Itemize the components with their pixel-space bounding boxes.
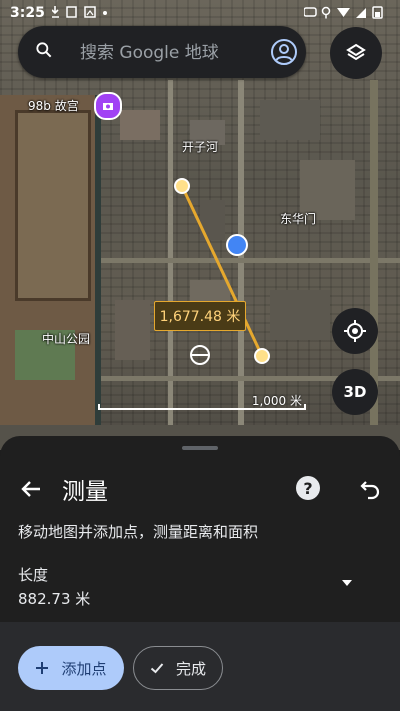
palace-poi-icon[interactable] — [94, 92, 122, 120]
place-label[interactable]: 开子河 — [182, 138, 218, 155]
sheet-actions: 添加点 完成 — [0, 622, 400, 711]
notification-icons — [51, 5, 122, 23]
segment-distance-label: 1,677.48 米 — [154, 301, 246, 331]
account-icon[interactable] — [270, 38, 298, 66]
my-location-button[interactable] — [332, 308, 378, 354]
back-arrow-icon[interactable] — [18, 476, 44, 502]
toggle-3d-button[interactable]: 3D — [332, 369, 378, 415]
scale-line — [98, 404, 306, 410]
system-icons — [303, 5, 390, 23]
place-label[interactable]: 东华门 — [280, 210, 316, 227]
sheet-title: 测量 — [62, 479, 108, 505]
layers-icon — [346, 43, 366, 61]
check-icon — [150, 663, 164, 674]
crosshair-icon — [344, 320, 366, 342]
done-button[interactable]: 完成 — [133, 646, 223, 690]
metric-value: 882.73 米 — [18, 590, 91, 608]
undo-icon[interactable] — [358, 476, 382, 500]
measure-instructions: 移动地图并添加点，测量距离和面积 — [18, 523, 259, 541]
sheet-drag-handle[interactable] — [182, 446, 218, 450]
search-icon — [36, 42, 52, 58]
scale-bar: 1,000 米 — [98, 392, 306, 410]
length-metric[interactable]: 长度 882.73 米 — [0, 554, 400, 620]
wifi-icon — [303, 6, 383, 19]
layers-button[interactable] — [330, 27, 382, 79]
help-icon[interactable]: ? — [296, 476, 320, 500]
status-bar: 3:25 — [0, 0, 400, 28]
status-time: 3:25 — [10, 5, 45, 21]
dropdown-arrow-icon[interactable] — [338, 574, 356, 592]
plus-icon — [36, 662, 49, 674]
measure-sheet: 测量 ? 移动地图并添加点，测量距离和面积 长度 882.73 米 添加点 完成 — [0, 436, 400, 711]
add-point-label: 添加点 — [61, 659, 107, 678]
download-icon — [51, 6, 107, 18]
place-label[interactable]: 中山公园 — [42, 330, 90, 347]
metric-label: 长度 — [18, 566, 49, 584]
place-label[interactable]: 98b 故宫 — [28, 97, 79, 114]
search-input[interactable] — [78, 38, 272, 68]
search-bar[interactable] — [18, 26, 306, 78]
add-point-button[interactable]: 添加点 — [18, 646, 124, 690]
done-label: 完成 — [175, 659, 206, 678]
sheet-header: 测量 ? — [0, 472, 400, 505]
